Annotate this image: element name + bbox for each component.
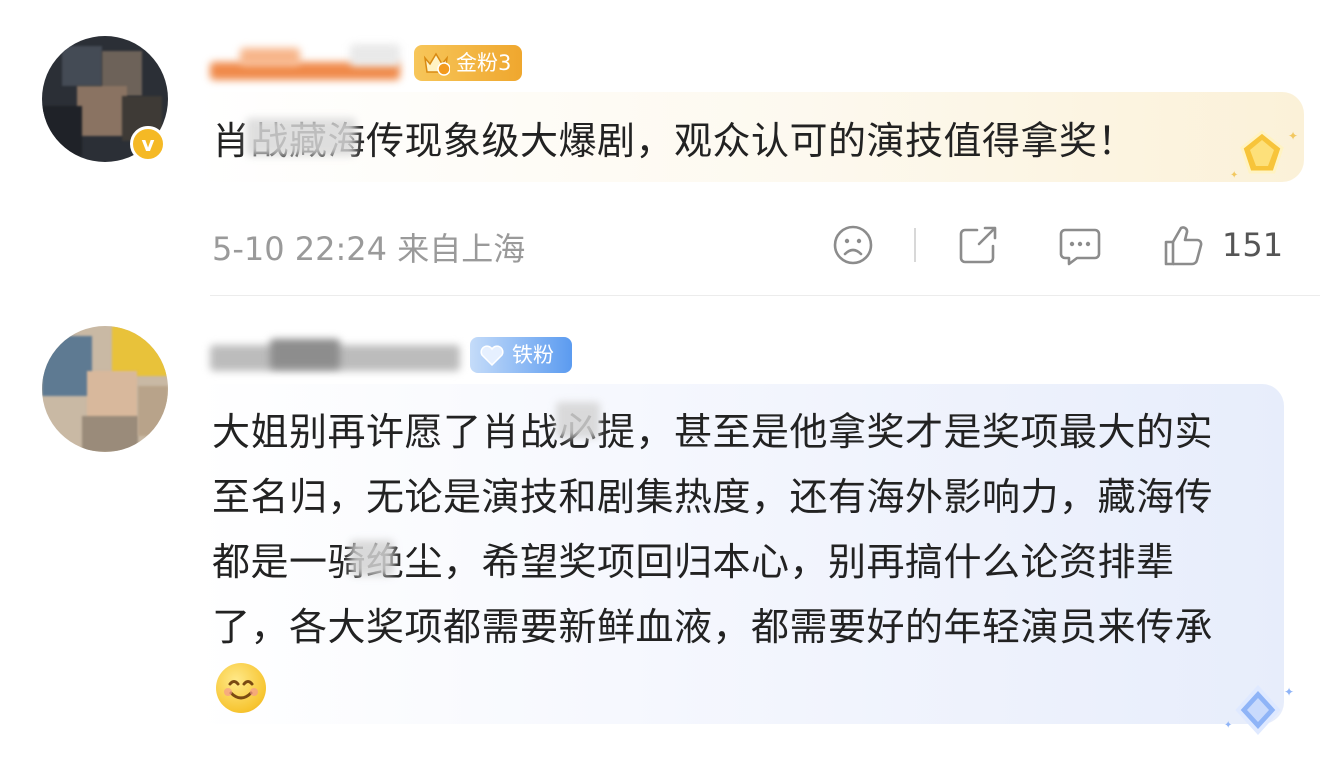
avatar-pixel xyxy=(138,386,168,436)
avatar-pixel xyxy=(82,416,138,452)
action-divider xyxy=(914,228,916,262)
heart-icon xyxy=(480,345,504,367)
avatar-pixel xyxy=(42,336,92,396)
thumbs-up-icon[interactable] xyxy=(1160,222,1206,268)
avatar[interactable] xyxy=(42,326,168,452)
fan-badge: 铁粉5 xyxy=(470,337,572,403)
avatar-pixel xyxy=(62,46,102,86)
comment-divider xyxy=(210,295,1320,296)
like-count: 151 xyxy=(1222,226,1284,264)
blur-mask xyxy=(246,118,356,156)
fan-badge-label: 金粉3 xyxy=(456,51,512,75)
comment-icon[interactable] xyxy=(1057,222,1103,268)
username[interactable] xyxy=(210,335,470,375)
frown-face-icon[interactable] xyxy=(830,222,876,268)
comment-text-body: 大姐别再许愿了肖战必提，甚至是他拿奖才是奖项最大的实至名归，无论是演技和剧集热度… xyxy=(212,410,1214,649)
username[interactable] xyxy=(210,44,410,84)
fan-badge: 金粉3 xyxy=(414,45,522,81)
blue-gem-sticker-icon: ✦ ✦ xyxy=(1224,685,1294,735)
smile-emoji-icon xyxy=(216,663,266,713)
svg-text:✦: ✦ xyxy=(1284,685,1294,699)
svg-text:✦: ✦ xyxy=(1224,720,1232,731)
gem-sticker-icon: ✦ ✦ xyxy=(1230,129,1298,181)
avatar-pixel xyxy=(42,106,82,156)
svg-text:✦: ✦ xyxy=(1230,170,1238,181)
comment-meta: 5-10 22:24 来自上海 xyxy=(212,230,526,268)
avatar-pixel xyxy=(77,86,127,136)
verified-icon: v xyxy=(130,126,166,162)
svg-text:✦: ✦ xyxy=(1288,129,1298,143)
blur-mask xyxy=(350,540,394,576)
crown-icon xyxy=(423,52,450,76)
share-icon[interactable] xyxy=(955,222,1001,268)
avatar-pixel xyxy=(87,371,137,421)
avatar-pixel xyxy=(112,326,168,376)
blur-mask xyxy=(556,402,600,438)
